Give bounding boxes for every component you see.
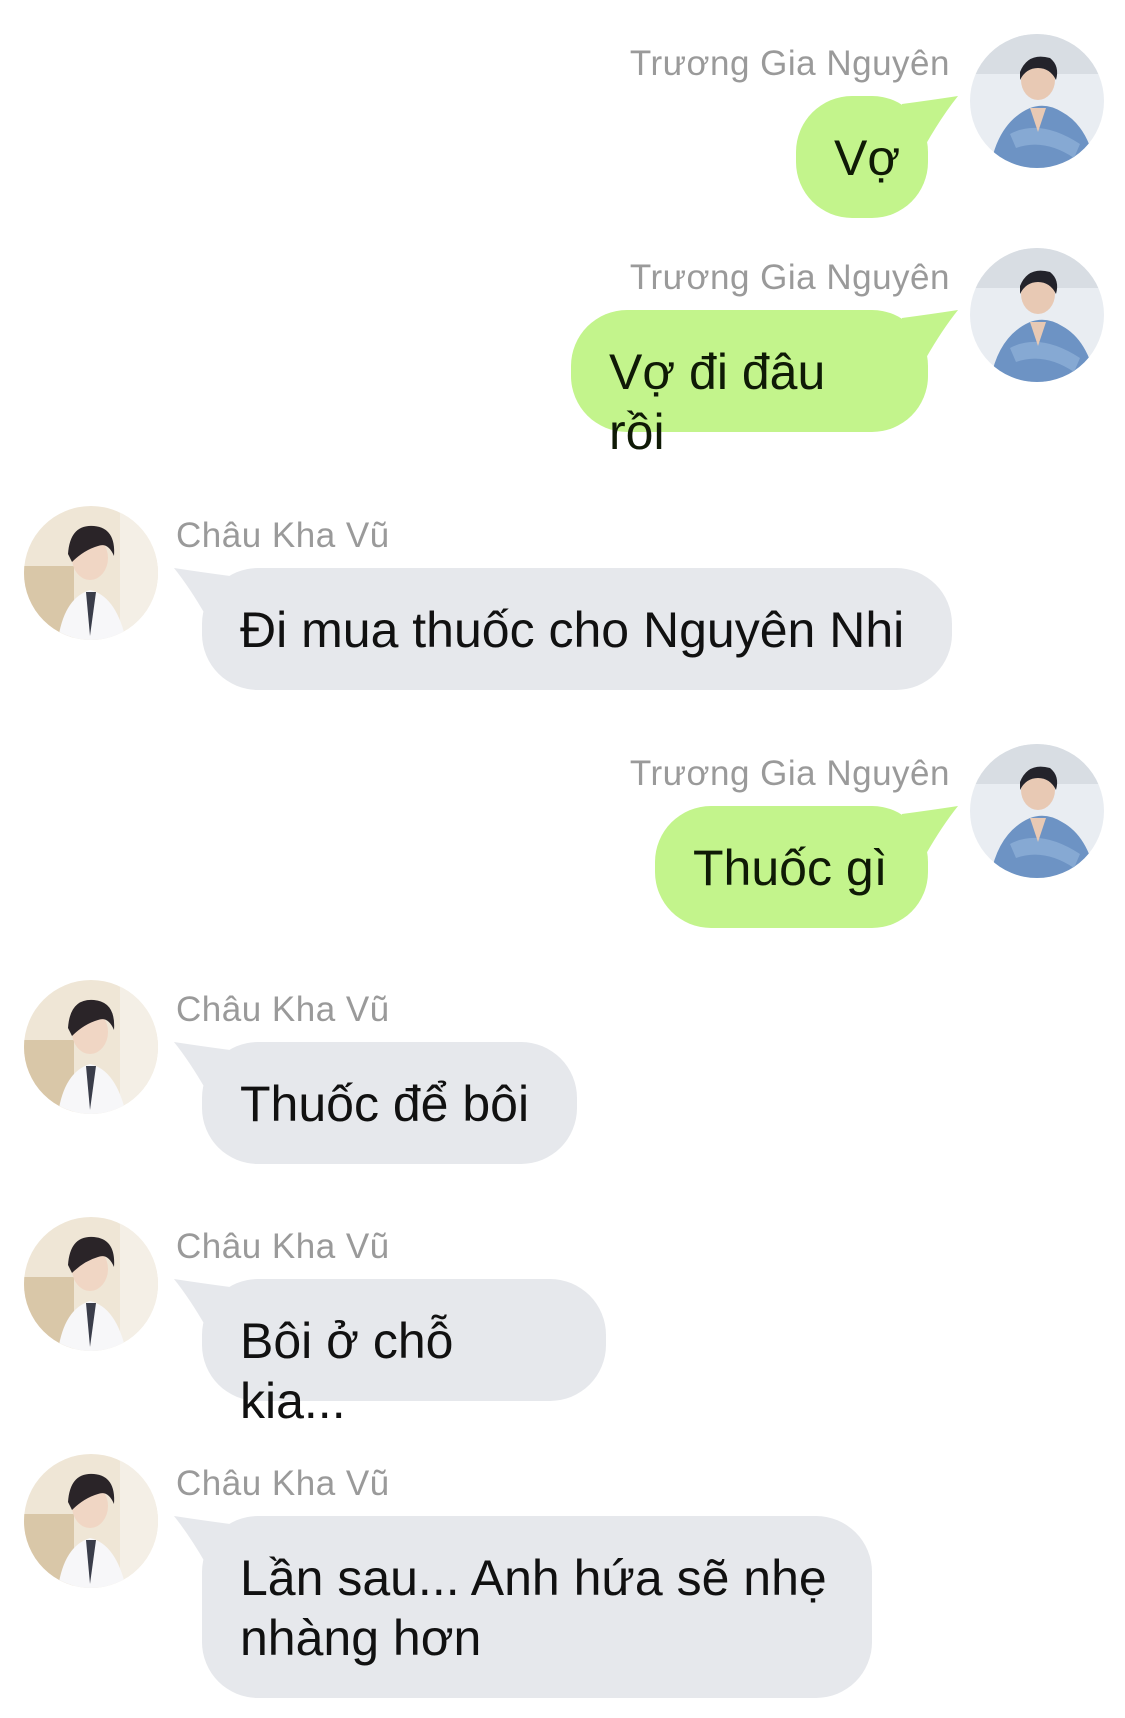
message-row: Châu Kha Vũ Bôi ở chỗ kia...: [0, 1217, 1125, 1429]
sender-name: Trương Gia Nguyên: [629, 44, 950, 83]
avatar[interactable]: [970, 744, 1104, 878]
avatar-photo-icon: [970, 744, 1104, 878]
message-text: Thuốc để bôi: [240, 1076, 530, 1132]
message-row: Châu Kha Vũ Đi mua thuốc cho Nguyên Nhi: [0, 506, 1125, 690]
message-row: Trương Gia Nguyên Vợ: [0, 34, 1125, 218]
sender-name: Châu Kha Vũ: [176, 516, 390, 555]
message-bubble-incoming[interactable]: Lần sau... Anh hứa sẽ nhẹ nhàng hơn: [202, 1516, 872, 1698]
avatar[interactable]: [970, 34, 1104, 168]
sender-name: Châu Kha Vũ: [176, 990, 390, 1029]
message-text: Thuốc gì: [693, 840, 888, 896]
bubble-tail: [902, 310, 962, 370]
sender-name: Châu Kha Vũ: [176, 1464, 390, 1503]
sender-name: Trương Gia Nguyên: [629, 258, 950, 297]
sender-name: Châu Kha Vũ: [176, 1227, 390, 1266]
bubble-tail: [902, 806, 962, 866]
message-text: Lần sau... Anh hứa sẽ nhẹ nhàng hơn: [240, 1550, 827, 1666]
avatar[interactable]: [24, 1217, 158, 1351]
message-row: Châu Kha Vũ Thuốc để bôi: [0, 980, 1125, 1164]
message-bubble-outgoing[interactable]: Vợ đi đâu rồi: [571, 310, 928, 460]
avatar-photo-icon: [24, 506, 158, 640]
avatar-photo-icon: [24, 1217, 158, 1351]
avatar-photo-icon: [970, 248, 1104, 382]
message-bubble-outgoing[interactable]: Thuốc gì: [655, 806, 928, 928]
chat-thread: Trương Gia Nguyên Vợ Trương Gia Nguyên V…: [0, 0, 1125, 1718]
message-bubble-incoming[interactable]: Bôi ở chỗ kia...: [202, 1279, 606, 1429]
message-text: Đi mua thuốc cho Nguyên Nhi: [240, 602, 905, 658]
message-row: Trương Gia Nguyên Thuốc gì: [0, 744, 1125, 928]
avatar[interactable]: [24, 980, 158, 1114]
sender-name: Trương Gia Nguyên: [629, 754, 950, 793]
avatar-photo-icon: [24, 980, 158, 1114]
message-bubble-incoming[interactable]: Đi mua thuốc cho Nguyên Nhi: [202, 568, 952, 690]
avatar-photo-icon: [24, 1454, 158, 1588]
avatar[interactable]: [970, 248, 1104, 382]
message-row: Trương Gia Nguyên Vợ đi đâu rồi: [0, 248, 1125, 460]
message-row: Châu Kha Vũ Lần sau... Anh hứa sẽ nhẹ nh…: [0, 1454, 1125, 1698]
message-bubble-incoming[interactable]: Thuốc để bôi: [202, 1042, 577, 1164]
avatar[interactable]: [24, 506, 158, 640]
message-text: Bôi ở chỗ kia...: [240, 1313, 454, 1429]
message-text: Vợ đi đâu rồi: [609, 344, 826, 460]
message-text: Vợ: [834, 130, 901, 186]
avatar-photo-icon: [970, 34, 1104, 168]
bubble-tail: [902, 96, 962, 156]
avatar[interactable]: [24, 1454, 158, 1588]
